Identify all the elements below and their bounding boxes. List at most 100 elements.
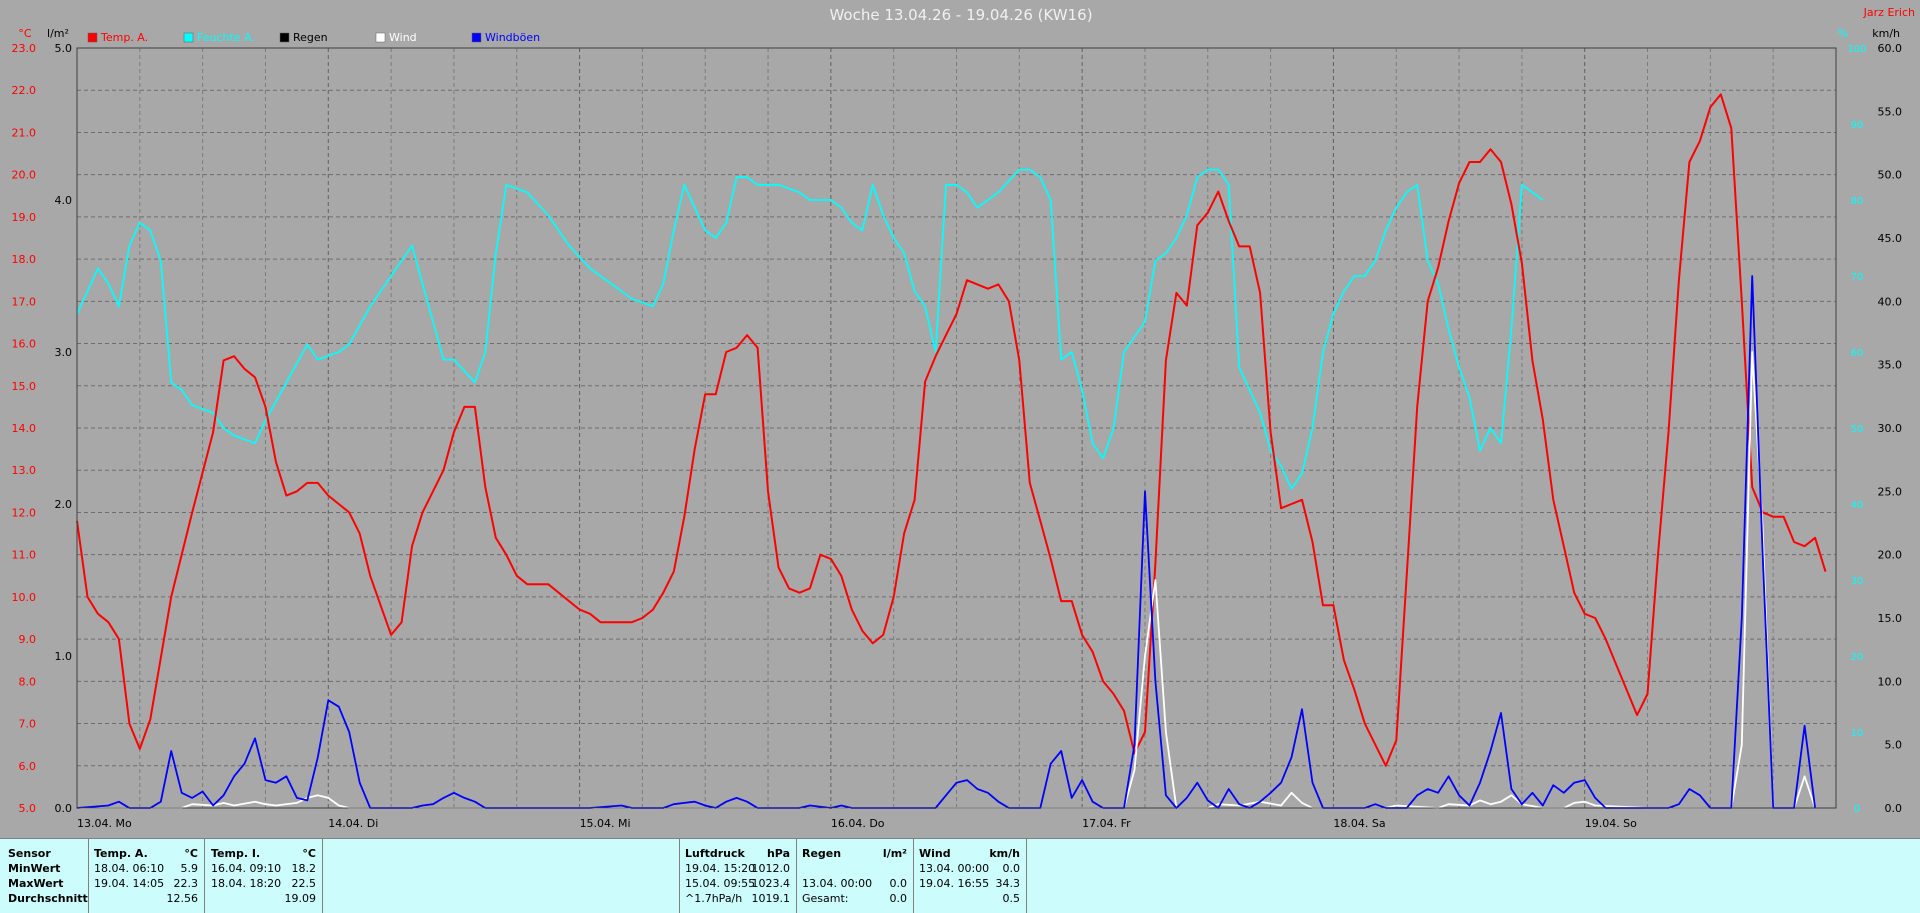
temp-a-min-time: 18.04. 06:10 bbox=[94, 862, 165, 875]
wind-max-value: 34.3 bbox=[995, 877, 1021, 890]
wind-avg-value: 0.5 bbox=[1002, 892, 1021, 905]
x-axis-tick: 19.04. So bbox=[1585, 817, 1637, 830]
temp-axis-tick: 7.0 bbox=[19, 718, 37, 731]
temp-axis-tick: 13.0 bbox=[12, 464, 37, 477]
rain-header: Regen bbox=[802, 847, 842, 860]
rain-axis-tick: 1.0 bbox=[55, 650, 73, 663]
pressure-avg-value: 1019.1 bbox=[751, 892, 791, 905]
rain-axis-tick: 5.0 bbox=[55, 42, 73, 55]
chart-author: Jarz Erich bbox=[1863, 6, 1915, 19]
temp-axis-tick: 15.0 bbox=[12, 380, 37, 393]
humidity-axis-tick: 60 bbox=[1851, 348, 1864, 359]
temp-i-min-value: 18.2 bbox=[291, 862, 317, 875]
legend-swatch bbox=[375, 32, 386, 43]
humidity-axis-tick: 30 bbox=[1851, 576, 1864, 587]
pressure-min-value: 1012.0 bbox=[751, 862, 791, 875]
humidity-axis-tick: 90 bbox=[1851, 120, 1864, 131]
wind-axis-tick: 0.0 bbox=[1885, 802, 1903, 815]
rain-axis-tick: 4.0 bbox=[55, 194, 73, 207]
wind-axis-tick: 45.0 bbox=[1878, 232, 1903, 245]
rain-axis-tick: 0.0 bbox=[55, 802, 73, 815]
temp-axis-tick: 11.0 bbox=[12, 549, 37, 562]
pressure-unit: hPa bbox=[766, 847, 790, 860]
temp-a-avg-value: 12.56 bbox=[166, 892, 199, 905]
temp-i-max-time: 18.04. 18:20 bbox=[211, 877, 282, 890]
legend-swatch bbox=[183, 32, 194, 43]
wind-axis-tick: 20.0 bbox=[1878, 549, 1903, 562]
humidity-axis-tick: 40 bbox=[1851, 500, 1864, 511]
rain-total-label: Gesamt: bbox=[802, 892, 849, 905]
temp-axis-tick: 16.0 bbox=[12, 338, 37, 351]
humidity-axis-tick: 70 bbox=[1851, 272, 1864, 283]
wind-axis-tick: 5.0 bbox=[1885, 739, 1903, 752]
legend-label: Regen bbox=[293, 31, 328, 44]
wind-axis-tick: 55.0 bbox=[1878, 105, 1903, 118]
temp-a-max-value: 22.3 bbox=[173, 877, 199, 890]
legend-swatch bbox=[87, 32, 98, 43]
temp-axis-unit: °C bbox=[18, 27, 32, 40]
stats-row-label: Durchschnitt bbox=[8, 892, 88, 905]
humidity-axis-tick: 10 bbox=[1851, 728, 1864, 739]
temp-axis-tick: 12.0 bbox=[12, 506, 37, 519]
humidity-axis-tick: 0 bbox=[1854, 804, 1860, 815]
wind-axis-tick: 10.0 bbox=[1878, 675, 1903, 688]
rain-unit: l/m² bbox=[882, 847, 907, 860]
temp-a-unit: °C bbox=[184, 847, 198, 860]
humidity-axis-tick: 50 bbox=[1851, 424, 1864, 435]
temp-axis-tick: 20.0 bbox=[12, 169, 37, 182]
temp-axis-tick: 10.0 bbox=[12, 591, 37, 604]
x-axis-tick: 17.04. Fr bbox=[1082, 817, 1131, 830]
temp-axis-tick: 21.0 bbox=[12, 126, 37, 139]
wind-header: Wind bbox=[919, 847, 951, 860]
temp-axis-tick: 23.0 bbox=[12, 42, 37, 55]
rain-axis-tick: 3.0 bbox=[55, 346, 73, 359]
legend-swatch bbox=[279, 32, 290, 43]
temp-i-header: Temp. I. bbox=[211, 847, 261, 860]
rain-max-time: 13.04. 00:00 bbox=[802, 877, 873, 890]
chart-svg: 5.0 6.0 7.0 8.0 9.0 10.0 11.0 12.0 13.0 14.0 15.0 1… bbox=[0, 0, 1920, 838]
legend-swatch bbox=[471, 32, 482, 43]
rain-total-value: 0.0 bbox=[889, 892, 908, 905]
temp-axis-tick: 19.0 bbox=[12, 211, 37, 224]
humidity-axis-unit: % bbox=[1838, 27, 1848, 40]
x-axis-tick: 13.04. Mo bbox=[77, 817, 132, 830]
temp-axis-tick: 8.0 bbox=[19, 675, 37, 688]
temp-axis-tick: 9.0 bbox=[19, 633, 37, 646]
stats-row-label: MaxWert bbox=[8, 877, 64, 890]
x-axis-tick: 15.04. Mi bbox=[580, 817, 631, 830]
temp-i-max-value: 22.5 bbox=[291, 877, 317, 890]
temp-i-unit: °C bbox=[302, 847, 316, 860]
pressure-header: Luftdruck bbox=[685, 847, 745, 860]
pressure-max-value: 1023.4 bbox=[751, 877, 791, 890]
x-axis-tick: 18.04. Sa bbox=[1333, 817, 1385, 830]
stats-row-label: MinWert bbox=[8, 862, 61, 875]
x-axis-tick: 16.04. Do bbox=[831, 817, 885, 830]
temp-axis-tick: 14.0 bbox=[12, 422, 37, 435]
wind-min-value: 0.0 bbox=[1002, 862, 1021, 875]
temp-a-max-time: 19.04. 14:05 bbox=[94, 877, 165, 890]
temp-i-min-time: 16.04. 09:10 bbox=[211, 862, 282, 875]
temp-a-min-value: 5.9 bbox=[180, 862, 199, 875]
wind-axis-tick: 40.0 bbox=[1878, 295, 1903, 308]
humidity-axis-tick: 20 bbox=[1851, 652, 1864, 663]
x-axis-tick: 14.04. Di bbox=[328, 817, 378, 830]
chart-title: Woche 13.04.26 - 19.04.26 (KW16) bbox=[829, 6, 1092, 24]
temp-axis-tick: 18.0 bbox=[12, 253, 37, 266]
rain-axis-tick: 2.0 bbox=[55, 498, 73, 511]
legend-label: Temp. A. bbox=[100, 31, 148, 44]
pressure-trend: ^1.7hPa/h bbox=[685, 892, 743, 905]
stats-panel: Sensor MinWert MaxWert Durchschnitt Temp… bbox=[0, 838, 1920, 913]
humidity-axis-tick: 80 bbox=[1851, 196, 1864, 207]
temp-axis-tick: 5.0 bbox=[19, 802, 37, 815]
temp-axis-tick: 22.0 bbox=[12, 84, 37, 97]
legend-label: Windböen bbox=[485, 31, 540, 44]
weather-chart: 5.0 6.0 7.0 8.0 9.0 10.0 11.0 12.0 13.0 14.0 15.0 1… bbox=[0, 0, 1920, 838]
wind-axis-tick: 30.0 bbox=[1878, 422, 1903, 435]
rain-axis-unit: l/m² bbox=[47, 27, 69, 40]
temp-axis-tick: 6.0 bbox=[19, 760, 37, 773]
stats-row-label: Sensor bbox=[8, 847, 51, 860]
wind-unit: km/h bbox=[989, 847, 1020, 860]
temp-axis-tick: 17.0 bbox=[12, 295, 37, 308]
temp-i-avg-value: 19.09 bbox=[284, 892, 317, 905]
rain-max-value: 0.0 bbox=[889, 877, 908, 890]
